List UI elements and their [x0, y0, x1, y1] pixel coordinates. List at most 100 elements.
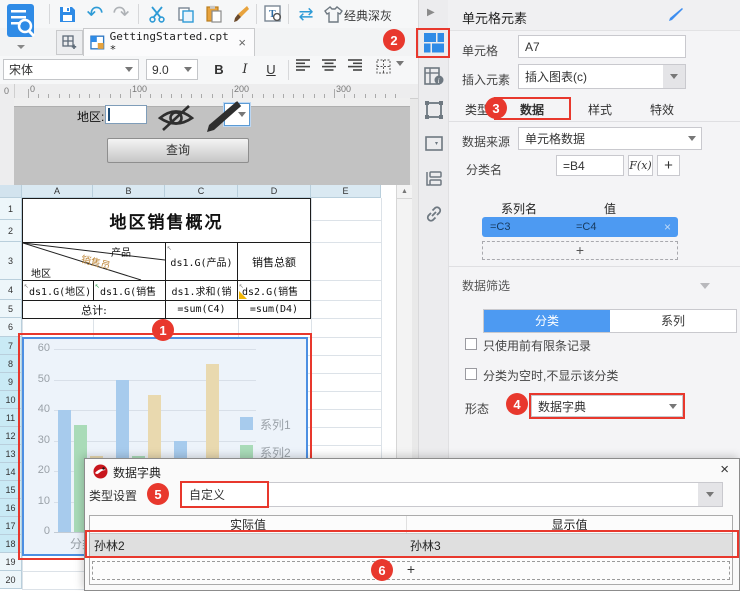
row-header-3[interactable]: 3 [0, 242, 22, 280]
switch-version-button[interactable]: ⇄ [295, 3, 317, 25]
italic-button[interactable]: I [234, 59, 256, 81]
row-header-5[interactable]: 5 [0, 300, 22, 318]
row-header-10[interactable]: 10 [0, 391, 22, 409]
shape-select[interactable]: 数据字典 [531, 395, 683, 417]
row-header-16[interactable]: 16 [0, 499, 22, 517]
row-header-2[interactable]: 2 [0, 220, 22, 242]
align-right-button[interactable] [348, 59, 370, 81]
font-family-select[interactable]: 宋体 [3, 59, 139, 80]
data-filter-title[interactable]: 数据筛选 [462, 277, 510, 294]
row-header-12[interactable]: 12 [0, 427, 22, 445]
query-button[interactable]: 查询 [107, 138, 249, 163]
row-header-19[interactable]: 19 [0, 553, 22, 571]
column-header-E[interactable]: E [311, 185, 381, 198]
row-header-15[interactable]: 15 [0, 481, 22, 499]
cell-d5[interactable]: =sum(D4) [237, 300, 311, 319]
type-setting-select[interactable]: 自定义 [180, 482, 723, 507]
toggle-series[interactable]: 系列 [610, 310, 736, 332]
tab-effect[interactable]: 特效 [632, 101, 692, 118]
column-header-C[interactable]: C [165, 185, 238, 198]
dialog-close-icon[interactable]: × [720, 461, 729, 478]
row-header-9[interactable]: 9 [0, 373, 22, 391]
row-header-6[interactable]: 6 [0, 318, 22, 337]
actual-value-cell[interactable]: 孙林2 [90, 537, 406, 554]
bar-系列1-分类1[interactable] [58, 410, 71, 532]
tab-style[interactable]: 样式 [570, 101, 630, 118]
series-name-value[interactable]: =C3 [490, 221, 576, 233]
theme-button[interactable] [322, 3, 344, 25]
cell-d3[interactable]: 销售总额 [237, 242, 311, 281]
font-size-select[interactable]: 9.0 [146, 59, 198, 80]
bold-button[interactable]: B [208, 59, 230, 81]
series-row[interactable]: =C3 =C4 × [482, 217, 678, 237]
cell-c4[interactable]: ds1.求和(销 [165, 280, 238, 301]
series-value-value[interactable]: =C4 [576, 221, 597, 233]
row-header-17[interactable]: 17 [0, 517, 22, 535]
scroll-up-icon[interactable]: ▲ [397, 185, 412, 199]
limit-records-checkbox[interactable] [465, 338, 477, 350]
column-header-B[interactable]: B [93, 185, 165, 198]
row-header-13[interactable]: 13 [0, 445, 22, 463]
row-header-14[interactable]: 14 [0, 463, 22, 481]
format-painter-button[interactable] [230, 3, 252, 25]
cell-b4[interactable]: ↖ ds1.G(销售 [93, 280, 166, 301]
new-template-button[interactable] [56, 30, 83, 55]
edit-widget-icon[interactable] [198, 98, 242, 136]
save-button[interactable] [56, 3, 78, 25]
row-header-4[interactable]: 4 [0, 280, 22, 300]
underline-button[interactable]: U [260, 59, 282, 81]
insert-element-select[interactable]: 插入图表(c) [518, 64, 686, 89]
formula-button[interactable]: F(x) [628, 155, 653, 176]
cell-a4[interactable]: ↖ ds1.G(地区) [22, 280, 94, 301]
paste-button[interactable] [202, 3, 224, 25]
tab-gettingstarted[interactable]: GettingStarted.cpt * × [83, 28, 255, 56]
copy-button[interactable] [174, 3, 196, 25]
strip-condition-button[interactable] [425, 170, 443, 188]
row-header-20[interactable]: 20 [0, 571, 22, 589]
cell-c3[interactable]: ↖ ds1.G(产品) [165, 242, 238, 281]
align-center-button[interactable] [322, 59, 344, 81]
row-header-8[interactable]: 8 [0, 355, 22, 373]
cell-diagonal-header[interactable]: 产品 销售员 地区 [22, 242, 166, 281]
select-all-corner[interactable] [0, 185, 22, 198]
row-header-7[interactable]: 7 [0, 337, 22, 355]
toggle-category[interactable]: 分类 [484, 310, 610, 332]
add-dictionary-row-button[interactable]: + [92, 561, 730, 580]
tab-close-icon[interactable]: × [238, 35, 246, 50]
cell-title[interactable]: 地区销售概况 [22, 198, 311, 243]
collapse-panel-icon[interactable]: ▶ [427, 7, 435, 18]
hide-widget-icon[interactable] [156, 103, 196, 133]
strip-float-element-button[interactable] [425, 101, 443, 119]
panel-edit-icon[interactable] [668, 6, 684, 22]
row-header-18[interactable]: 18 [0, 535, 22, 553]
cell-c5[interactable]: =sum(C4) [165, 300, 238, 319]
empty-category-checkbox[interactable] [465, 368, 477, 380]
cut-button[interactable] [146, 3, 168, 25]
display-value-cell[interactable]: 孙林3 [406, 537, 732, 554]
redo-button[interactable]: ↷ [110, 3, 132, 25]
undo-button[interactable]: ↶ [84, 3, 106, 25]
tab-data[interactable]: 数据 [502, 101, 562, 118]
cell-ref-input[interactable]: A7 [518, 35, 686, 58]
cell-d4[interactable]: ↖ ds2.G(销售 [237, 280, 311, 301]
add-series-button[interactable]: + [482, 241, 678, 260]
cell-a5[interactable]: 总计: [22, 300, 166, 319]
strip-cell-element-button[interactable] [424, 33, 444, 53]
region-param-input[interactable] [105, 105, 147, 124]
strip-cell-attribute-button[interactable]: i [424, 66, 444, 86]
chevron-down-icon[interactable] [396, 61, 404, 80]
category-name-input[interactable]: =B4 [556, 155, 624, 176]
strip-hyperlink-button[interactable] [425, 205, 443, 223]
template-preview-button[interactable] [4, 3, 42, 53]
strip-widget-button[interactable] [425, 136, 443, 152]
row-header-11[interactable]: 11 [0, 409, 22, 427]
remove-series-icon[interactable]: × [664, 220, 671, 234]
column-header-A[interactable]: A [22, 185, 93, 198]
column-header-D[interactable]: D [238, 185, 311, 198]
data-source-select[interactable]: 单元格数据 [518, 127, 702, 150]
collapse-section-icon[interactable] [700, 283, 710, 289]
dictionary-row[interactable]: 孙林2 孙林3 [90, 534, 732, 558]
border-button[interactable] [376, 59, 398, 81]
text-search-button[interactable]: T [262, 3, 284, 25]
row-header-1[interactable]: 1 [0, 198, 22, 220]
